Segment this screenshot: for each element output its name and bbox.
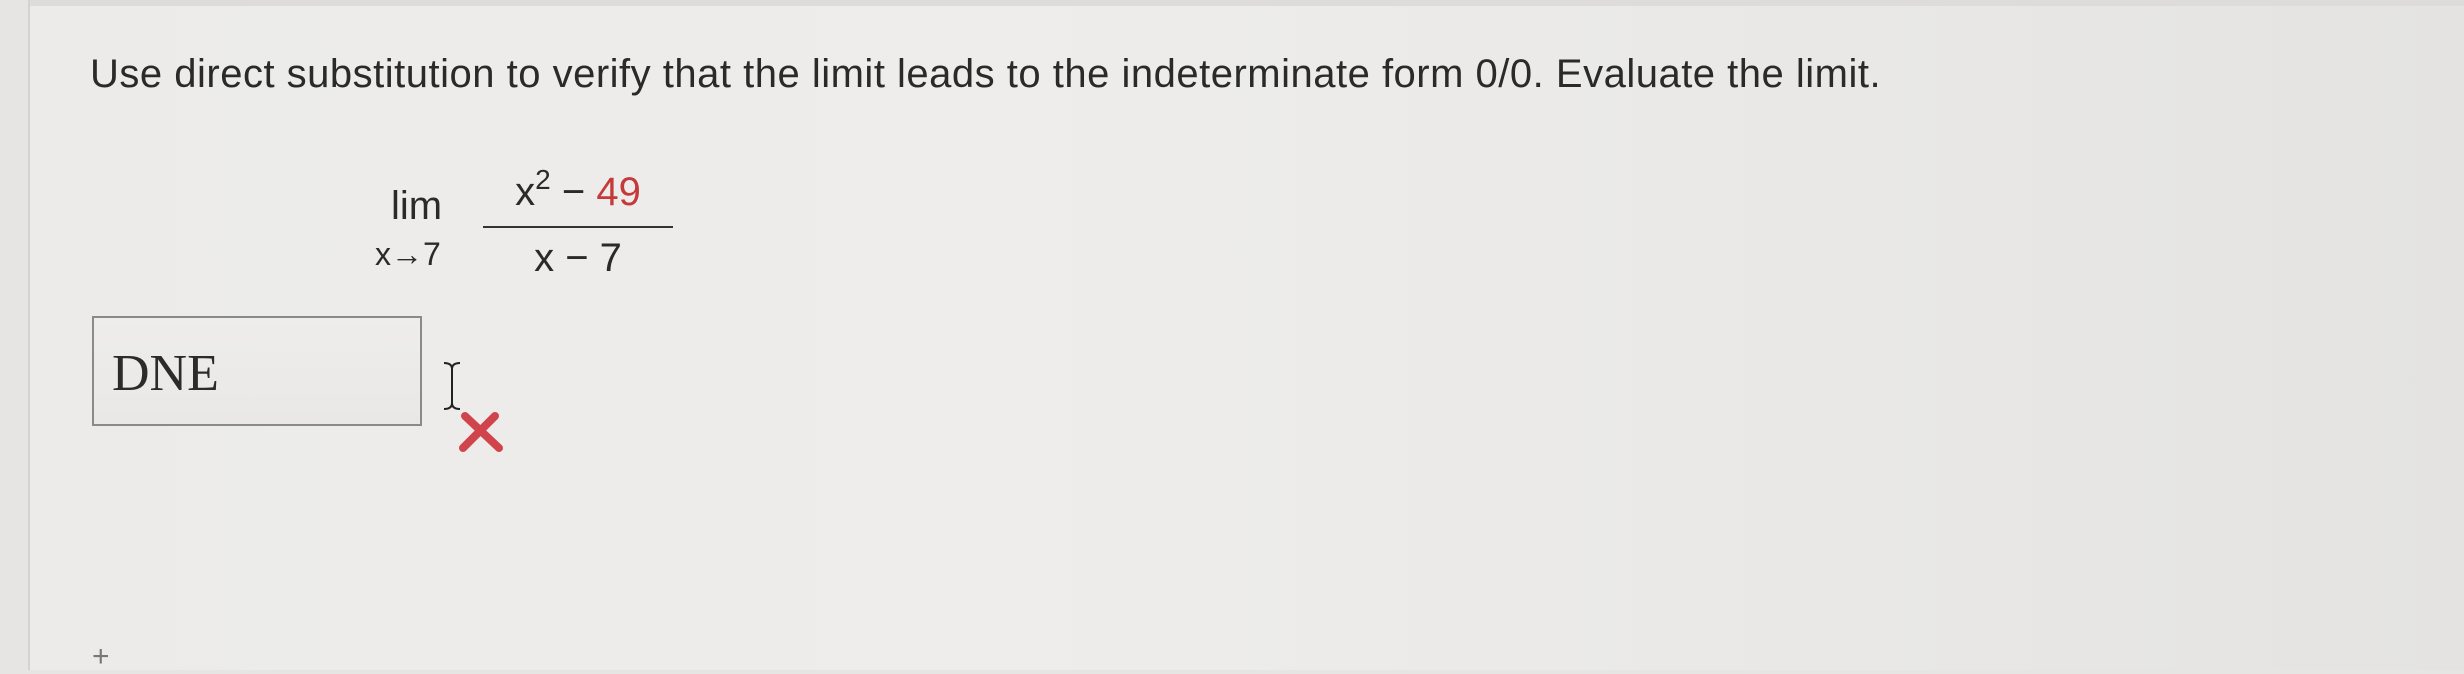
fraction-denominator: x − 7 [534,236,622,280]
numerator-exponent: 2 [535,164,551,195]
question-panel: Use direct substitution to verify that t… [28,0,2464,673]
fraction-numerator: x2 − 49 [483,164,673,215]
question-text: Use direct substitution to verify that t… [90,52,1882,96]
numerator-constant: 49 [596,170,641,214]
lim-label: lim [391,184,443,228]
limit-expression: lim x→7 x2 − 49 x − 7 [355,164,695,290]
numerator-base: x [515,170,536,214]
answer-input[interactable]: DNE [92,316,422,426]
red-x-icon [459,412,503,452]
numerator-operator: − [550,170,597,214]
plus-icon: + [92,640,110,673]
fraction-bar [483,226,673,228]
text-cursor-icon [443,362,461,410]
answer-value: DNE [112,345,219,402]
lim-approach: x→7 [375,236,441,272]
top-divider [30,0,2464,6]
